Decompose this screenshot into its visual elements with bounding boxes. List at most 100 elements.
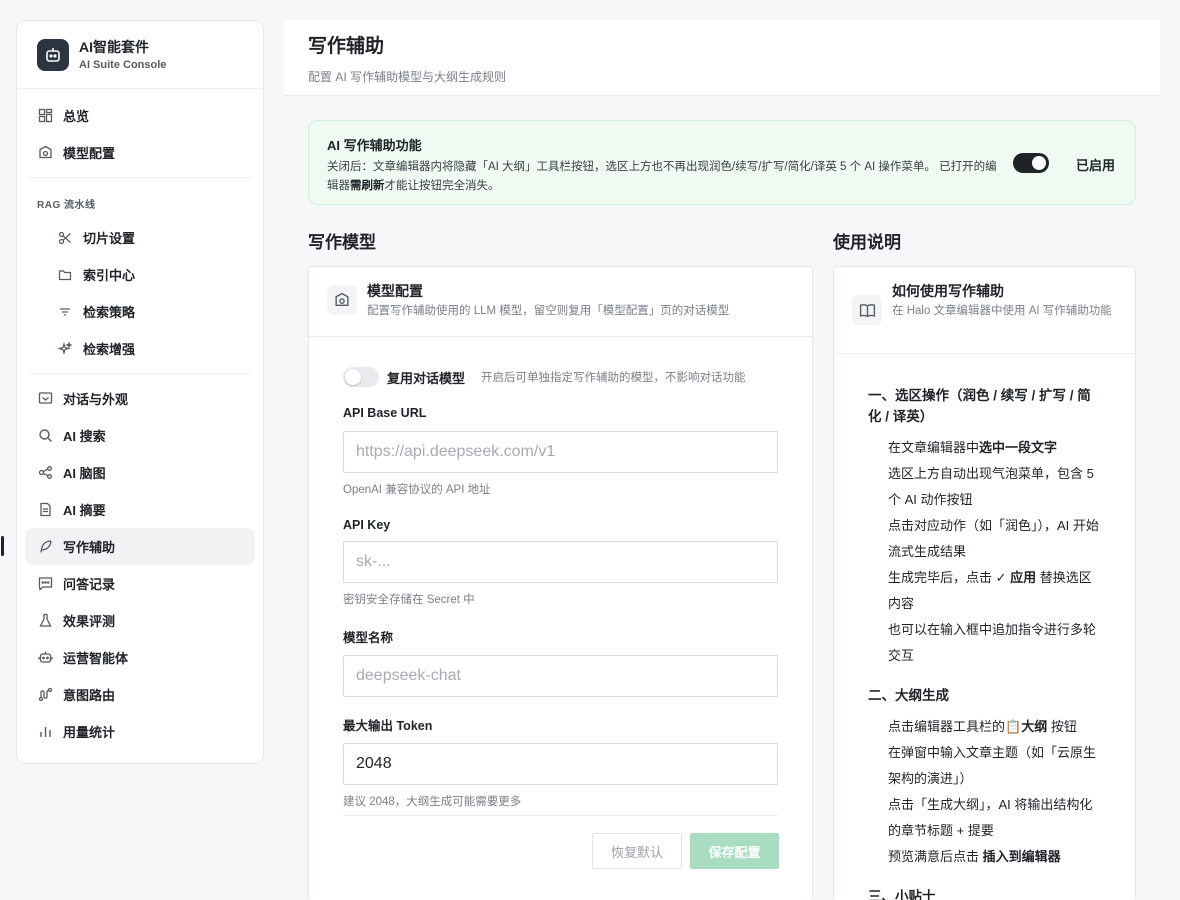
sidebar-item-retrieval[interactable]: 检索策略 bbox=[17, 293, 263, 330]
base-url-hint: OpenAI 兼容协议的 API 地址 bbox=[343, 484, 491, 496]
chat-window-icon bbox=[37, 391, 53, 407]
api-key-hint: 密钥安全存储在 Secret 中 bbox=[343, 594, 475, 606]
reuse-model-row: 复用对话模型 开启后可单独指定写作辅助的模型，不影响对话功能 bbox=[343, 366, 778, 388]
card-title: 模型配置 bbox=[367, 283, 423, 299]
model-name-input[interactable] bbox=[343, 655, 778, 697]
max-token-hint: 建议 2048，大纲生成可能需要更多 bbox=[343, 796, 522, 808]
sidebar-item-label: 模型配置 bbox=[63, 146, 116, 161]
sidebar-item-label: 运营智能体 bbox=[63, 651, 129, 666]
sidebar-item-qa[interactable]: 问答记录 bbox=[17, 565, 263, 602]
sidebar-item-chunk[interactable]: 切片设置 bbox=[17, 219, 263, 256]
divider bbox=[29, 177, 251, 178]
robot-logo-icon bbox=[37, 38, 69, 71]
sidebar-item-mindmap[interactable]: AI 脑图 bbox=[17, 454, 263, 491]
message-dots-icon bbox=[37, 576, 53, 592]
sidebar-item-search[interactable]: AI 搜索 bbox=[17, 417, 263, 454]
sidebar-item-agent[interactable]: 运营智能体 bbox=[17, 639, 263, 676]
section-title-usage: 使用说明 bbox=[833, 233, 901, 252]
section-title-model: 写作模型 bbox=[308, 233, 376, 252]
usage-step-bold: 插入到编辑器 bbox=[982, 849, 1061, 864]
usage-step-text: 点击编辑器工具栏的 bbox=[888, 719, 1006, 734]
model-icon bbox=[327, 285, 357, 315]
feature-toggle-banner: AI 写作辅助功能 关闭后：文章编辑器内将隐藏「AI 大纲」工具栏按钮，选区上方… bbox=[308, 120, 1136, 205]
card-title: 如何使用写作辅助 bbox=[892, 283, 1004, 299]
reuse-model-label: 复用对话模型 bbox=[387, 370, 466, 386]
sidebar-item-model-config[interactable]: 模型配置 bbox=[17, 134, 263, 171]
banner-text: 关闭后：文章编辑器内将隐藏「AI 大纲」工具栏按钮，选区上方也不再出现润色/续写… bbox=[327, 158, 1007, 196]
card-subtitle: 配置写作辅助使用的 LLM 模型，留空则复用「模型配置」页的对话模型 bbox=[367, 305, 730, 317]
usage-step-text: 在文章编辑器中 bbox=[888, 440, 980, 455]
base-url-input[interactable] bbox=[343, 431, 778, 473]
sidebar-item-label: AI 搜索 bbox=[63, 429, 106, 444]
usage-guide-card: 如何使用写作辅助 在 Halo 文章编辑器中使用 AI 写作辅助功能 一、选区操… bbox=[833, 266, 1136, 900]
share-nodes-icon bbox=[37, 465, 53, 481]
model-config-card: 模型配置 配置写作辅助使用的 LLM 模型，留空则复用「模型配置」页的对话模型 … bbox=[308, 266, 813, 900]
model-form: 复用对话模型 开启后可单独指定写作辅助的模型，不影响对话功能 API Base … bbox=[309, 366, 812, 809]
page-title: 写作辅助 bbox=[308, 36, 385, 57]
card-subtitle: 在 Halo 文章编辑器中使用 AI 写作辅助功能 bbox=[892, 305, 1112, 317]
brand-subtitle: AI Suite Console bbox=[79, 58, 167, 71]
usage-step: 预览满意后点击 插入到编辑器 bbox=[868, 844, 1101, 870]
card-header: 模型配置 配置写作辅助使用的 LLM 模型，留空则复用「模型配置」页的对话模型 bbox=[309, 267, 812, 337]
usage-section-title: 二、大纲生成 bbox=[868, 688, 949, 703]
sidebar-item-writing[interactable]: 写作辅助 bbox=[1, 528, 255, 565]
max-token-input[interactable] bbox=[343, 743, 778, 785]
sidebar-item-label: 写作辅助 bbox=[63, 540, 116, 555]
usage-step: 点击编辑器工具栏的📋大纲 按钮 bbox=[868, 714, 1101, 740]
sidebar-item-enhance[interactable]: 检索增强 bbox=[17, 330, 263, 367]
model-name-label: 模型名称 bbox=[343, 631, 394, 645]
usage-guide-body: 一、选区操作（润色 / 续写 / 扩写 / 简化 / 译英） 在文章编辑器中选中… bbox=[834, 385, 1135, 900]
usage-step-text: 按钮 bbox=[1050, 719, 1077, 734]
nav-group-rag: RAG 流水线 bbox=[37, 200, 96, 211]
dashboard-grid-icon bbox=[37, 108, 53, 124]
sidebar-item-chat[interactable]: 对话与外观 bbox=[17, 380, 263, 417]
book-icon bbox=[852, 295, 882, 325]
reset-default-button[interactable]: 恢复默认 bbox=[592, 833, 682, 869]
sidebar-item-summary[interactable]: AI 摘要 bbox=[17, 491, 263, 528]
brand-title: AI智能套件 bbox=[79, 38, 149, 55]
card-header: 如何使用写作辅助 在 Halo 文章编辑器中使用 AI 写作辅助功能 bbox=[834, 267, 1135, 354]
feather-icon bbox=[37, 539, 53, 555]
sidebar-item-overview[interactable]: 总览 bbox=[17, 97, 263, 134]
usage-step-bold: 📋大纲 bbox=[1005, 719, 1048, 734]
usage-step: 在弹窗中输入文章主题（如「云原生架构的演进」） bbox=[888, 745, 1097, 786]
sidebar-item-route[interactable]: 意图路由 bbox=[17, 676, 263, 713]
banner-text-bold: 需刷新 bbox=[350, 180, 385, 192]
sidebar-item-label: AI 脑图 bbox=[63, 466, 106, 481]
base-url-label: API Base URL bbox=[343, 406, 427, 420]
sidebar-item-label: AI 摘要 bbox=[63, 503, 106, 518]
bar-chart-icon bbox=[37, 724, 53, 740]
usage-section-title: 三、小贴士 bbox=[868, 889, 936, 900]
usage-step: 点击「生成大纲」，AI 将输出结构化的章节标题 + 提要 bbox=[888, 797, 1093, 838]
reuse-model-toggle[interactable] bbox=[343, 367, 379, 387]
sidebar: AI智能套件 AI Suite Console 总览 模型配置 RAG 流水线 … bbox=[1, 20, 264, 764]
usage-step: 选区上方自动出现气泡菜单，包含 5 个 AI 动作按钮 bbox=[888, 466, 1094, 507]
folder-icon bbox=[57, 267, 73, 283]
sidebar-item-index[interactable]: 索引中心 bbox=[17, 256, 263, 293]
sidebar-item-label: 用量统计 bbox=[63, 725, 116, 740]
banner-text-suffix: 才能让按钮完全消失。 bbox=[384, 180, 500, 192]
max-token-label: 最大输出 Token bbox=[343, 719, 433, 733]
sidebar-item-usage[interactable]: 用量统计 bbox=[17, 713, 263, 750]
sidebar-item-label: 意图路由 bbox=[63, 688, 116, 703]
page-header: 写作辅助 配置 AI 写作辅助模型与大纲生成规则 bbox=[284, 20, 1160, 96]
feature-enable-toggle[interactable] bbox=[1013, 153, 1049, 173]
usage-step: 也可以在输入框中追加指令进行多轮交互 bbox=[888, 622, 1097, 663]
flask-icon bbox=[37, 613, 53, 629]
usage-step-bold: ✓ 应用 bbox=[995, 570, 1037, 585]
sidebar-item-label: 对话与外观 bbox=[63, 392, 129, 407]
save-config-button[interactable]: 保存配置 bbox=[690, 833, 779, 869]
page-subtitle: 配置 AI 写作辅助模型与大纲生成规则 bbox=[308, 70, 507, 84]
search-icon bbox=[37, 428, 53, 444]
route-icon bbox=[37, 687, 53, 703]
toggle-status-label: 已启用 bbox=[1075, 158, 1115, 173]
sidebar-item-eval[interactable]: 效果评测 bbox=[17, 602, 263, 639]
api-key-input[interactable] bbox=[343, 541, 778, 583]
document-icon bbox=[37, 502, 53, 518]
api-key-label: API Key bbox=[343, 518, 391, 532]
usage-step-text: 预览满意后点击 bbox=[888, 849, 980, 864]
sidebar-item-label: 检索策略 bbox=[83, 305, 136, 320]
sidebar-item-label: 总览 bbox=[63, 109, 90, 124]
sidebar-item-label: 切片设置 bbox=[83, 231, 136, 246]
usage-section-title: 一、选区操作（润色 / 续写 / 扩写 / 简化 / 译英） bbox=[868, 388, 1091, 424]
